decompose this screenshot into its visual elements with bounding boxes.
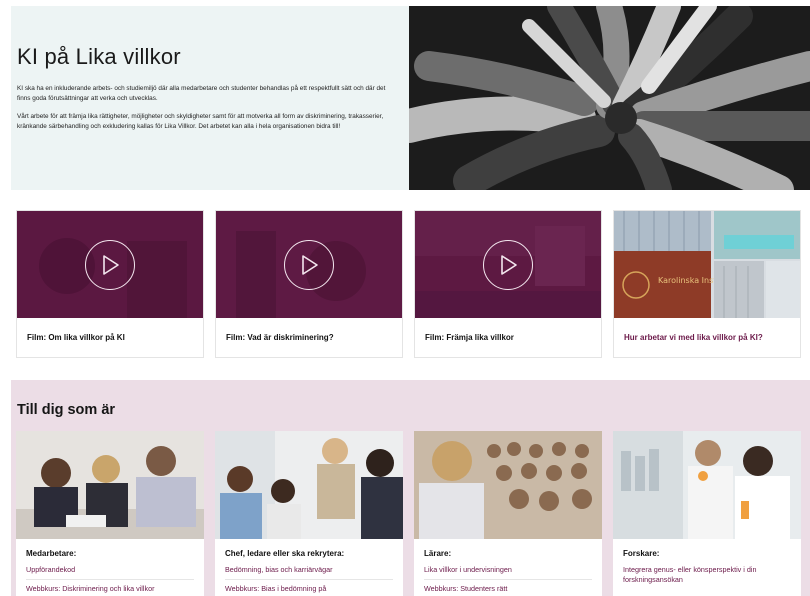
teachers-photo: [414, 431, 602, 539]
campus-collage-image[interactable]: Karolinska Institutet: [614, 211, 800, 318]
managers-photo: [215, 431, 403, 539]
researchers-photo: [613, 431, 801, 539]
audience-card-title: Medarbetare:: [26, 549, 77, 558]
hero-text-panel: KI på Lika villkor KI ska ha en inkluder…: [11, 6, 409, 190]
hands-together-photo: [409, 6, 810, 190]
video-card[interactable]: Film: Främja lika villkor: [414, 210, 602, 358]
page-title: KI på Lika villkor: [17, 44, 181, 69]
play-icon[interactable]: [85, 239, 135, 290]
video-card-title[interactable]: Film: Vad är diskriminering?: [216, 318, 402, 357]
audience-link[interactable]: Bedömning, bias och karriärvägar: [225, 565, 393, 580]
video-card-title[interactable]: Film: Främja lika villkor: [415, 318, 601, 357]
video-thumbnail[interactable]: [216, 211, 402, 318]
audience-card-title: Chef, ledare eller ska rekrytera:: [225, 549, 345, 558]
audience-card-row: Medarbetare: Uppförandekod Webbkurs: Dis…: [16, 431, 802, 596]
video-card[interactable]: Film: Vad är diskriminering?: [215, 210, 403, 358]
video-card[interactable]: Film: Om lika villkor på KI: [16, 210, 204, 358]
audience-link[interactable]: Webbkurs: Diskriminering och lika villko…: [26, 584, 194, 596]
audience-section-title: Till dig som är: [17, 402, 116, 418]
audience-link[interactable]: Lika villkor i undervisningen: [424, 565, 592, 580]
video-thumbnail[interactable]: [415, 211, 601, 318]
hero-body-paragraph: Vårt arbete för att främja lika rättighe…: [17, 113, 384, 130]
audience-link[interactable]: Webbkurs: Studenters rätt: [424, 584, 592, 596]
audience-card-researchers: Forskare: Integrera genus- eller könsper…: [613, 431, 801, 596]
video-card-title[interactable]: Film: Om lika villkor på KI: [17, 318, 203, 357]
audience-card-title: Lärare:: [424, 549, 452, 558]
audience-link[interactable]: Integrera genus- eller könsperspektiv i …: [623, 565, 791, 589]
audience-link[interactable]: Webbkurs: Bias i bedömning på: [225, 584, 393, 596]
hero-intro-paragraph: KI ska ha en inkluderande arbets- och st…: [17, 85, 386, 102]
audience-card-title: Forskare:: [623, 549, 660, 558]
play-icon[interactable]: [483, 239, 533, 290]
video-card-row: Film: Om lika villkor på KI Film: Vad är…: [16, 210, 802, 358]
play-icon[interactable]: [284, 239, 334, 290]
info-card[interactable]: Karolinska Institutet Hur arbetar vi med…: [613, 210, 801, 358]
info-card-link[interactable]: Hur arbetar vi med lika villkor på KI?: [614, 318, 800, 357]
hero-banner: KI på Lika villkor KI ska ha en inkluder…: [11, 6, 810, 190]
video-thumbnail[interactable]: [17, 211, 203, 318]
employees-photo: [16, 431, 204, 539]
audience-card-employees: Medarbetare: Uppförandekod Webbkurs: Dis…: [16, 431, 204, 596]
audience-card-teachers: Lärare: Lika villkor i undervisningen We…: [414, 431, 602, 596]
audience-card-managers: Chef, ledare eller ska rekrytera: Bedömn…: [215, 431, 403, 596]
audience-link[interactable]: Uppförandekod: [26, 565, 194, 580]
